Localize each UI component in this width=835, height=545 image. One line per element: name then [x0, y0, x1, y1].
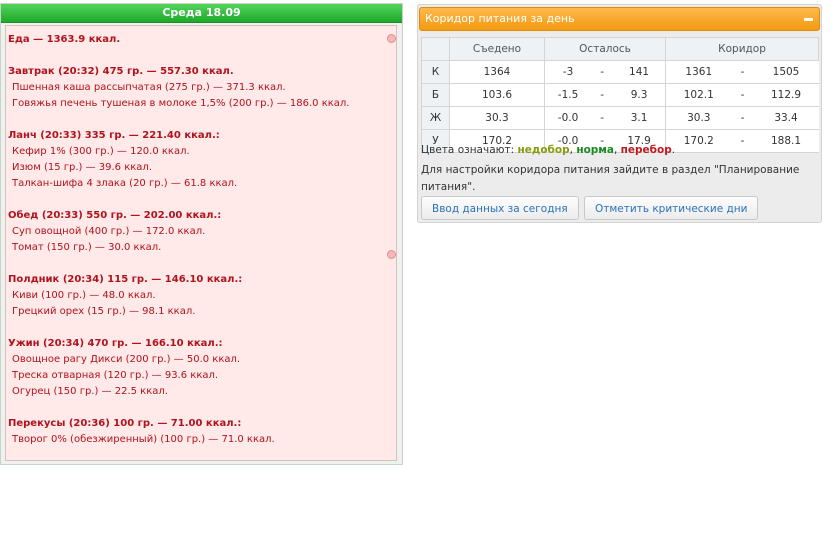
- row-label: К: [421, 60, 450, 84]
- range-dash: -: [731, 106, 754, 130]
- range-dash: -: [731, 129, 754, 153]
- legend-period: .: [671, 144, 676, 156]
- table-row-protein: Б 103.6 -1.5 - 9.3 102.1 - 112.9: [421, 83, 819, 107]
- meal-item: Суп овощной (400 гр.) — 172.0 ккал.: [12, 226, 206, 237]
- table-row-calories: К 1364 -3 - 141 1361 - 1505: [421, 60, 819, 84]
- meal-item: Огурец (150 гр.) — 22.5 ккал.: [12, 386, 168, 397]
- meal-title: Обед (20:33) 550 гр. — 202.00 ккал.:: [8, 210, 222, 221]
- range-dash: -: [731, 60, 754, 84]
- table-row-fat: Ж 30.3 -0.0 - 3.1 30.3 - 33.4: [421, 106, 819, 130]
- meal-item: Говяжья печень тушеная в молоке 1,5% (20…: [12, 98, 350, 109]
- meal-item: Овощное рагу Дикси (200 гр.) — 50.0 ккал…: [12, 354, 241, 365]
- range-dash: -: [591, 106, 614, 130]
- meal-title: Полдник (20:34) 115 гр. — 146.10 ккал.:: [8, 274, 243, 285]
- row-label: Б: [421, 83, 450, 107]
- corridor-title: Коридор питания за день: [425, 12, 575, 25]
- mark-critical-days-button[interactable]: Отметить критические дни: [584, 196, 759, 220]
- legend-over: перебор: [620, 144, 672, 156]
- corridor-min: 170.2: [665, 129, 732, 153]
- corridor-max: 112.9: [753, 83, 819, 107]
- column-header-remaining: Осталось: [543, 37, 667, 61]
- meal-item: Треска отварная (120 гр.) — 93.6 ккал.: [12, 370, 219, 381]
- total-calories: Еда — 1363.9 ккал.: [8, 34, 121, 45]
- range-dash: -: [591, 60, 614, 84]
- nutrition-corridor-panel: Коридор питания за день Съедено Осталось…: [417, 4, 822, 223]
- corridor-max: 188.1: [753, 129, 819, 153]
- eaten-value: 1364: [449, 60, 545, 84]
- meal-item: Изюм (15 гр.) — 39.6 ккал.: [12, 162, 153, 173]
- meal-snacks: Перекусы (20:36) 100 гр. — 71.00 ккал.: …: [8, 416, 394, 448]
- meal-title: Перекусы (20:36) 100 гр. — 71.00 ккал.:: [8, 418, 242, 429]
- collapse-icon[interactable]: [804, 18, 813, 21]
- settings-hint: Для настройки коридора питания зайдите в…: [421, 164, 800, 193]
- remaining-min: -0.0: [544, 106, 592, 130]
- diary-panel: Среда 18.09 Еда — 1363.9 ккал. Завтрак (…: [0, 3, 403, 465]
- legend-prefix: Цвета означают:: [421, 144, 515, 156]
- eaten-value: 103.6: [449, 83, 545, 107]
- meal-title: Ужин (20:34) 470 гр. — 166.10 ккал.:: [8, 338, 223, 349]
- range-dash: -: [731, 83, 754, 107]
- legend-comma: ,: [569, 144, 573, 156]
- meal-afternoon-snack: Полдник (20:34) 115 гр. — 146.10 ккал.: …: [8, 272, 394, 320]
- remaining-max: 141: [613, 60, 667, 84]
- meal-title: Ланч (20:33) 335 гр. — 221.40 ккал.:: [8, 130, 220, 141]
- meal-breakfast: Завтрак (20:32) 475 гр. — 557.30 ккал. П…: [8, 64, 394, 112]
- meal-item: Талкан-шифа 4 злака (20 гр.) — 61.8 ккал…: [12, 178, 238, 189]
- meal-dinner: Обед (20:33) 550 гр. — 202.00 ккал.: Суп…: [8, 208, 394, 256]
- corridor-min: 1361: [665, 60, 732, 84]
- legend-norm: норма: [576, 144, 614, 156]
- remaining-min: -3: [544, 60, 592, 84]
- meal-lunch: Ланч (20:33) 335 гр. — 221.40 ккал.: Кеф…: [8, 128, 394, 192]
- meal-supper: Ужин (20:34) 470 гр. — 166.10 ккал.: Ово…: [8, 336, 394, 400]
- enter-today-data-button[interactable]: Ввод данных за сегодня: [421, 196, 579, 220]
- remaining-max: 9.3: [613, 83, 667, 107]
- legend-comma: ,: [613, 144, 618, 156]
- corridor-min: 30.3: [665, 106, 732, 130]
- meal-title: Завтрак (20:32) 475 гр. — 557.30 ккал.: [8, 66, 234, 77]
- diary-body: Еда — 1363.9 ккал. Завтрак (20:32) 475 г…: [5, 25, 397, 461]
- corridor-max: 1505: [753, 60, 819, 84]
- remaining-min: -1.5: [544, 83, 592, 107]
- meal-item: Кефир 1% (300 гр.) — 120.0 ккал.: [12, 146, 190, 157]
- corridor-table: Съедено Осталось Коридор К 1364 -3 - 141…: [421, 37, 819, 153]
- corridor-header: Коридор питания за день: [419, 7, 820, 31]
- corridor-max: 33.4: [753, 106, 819, 130]
- table-header-row: Съедено Осталось Коридор: [421, 37, 819, 61]
- range-dash: -: [591, 83, 614, 107]
- meal-item: Творог 0% (обезжиренный) (100 гр.) — 71.…: [12, 434, 275, 445]
- corridor-min: 102.1: [665, 83, 732, 107]
- eaten-value: 30.3: [449, 106, 545, 130]
- diary-date-header: Среда 18.09: [1, 4, 402, 23]
- column-header: [421, 37, 450, 61]
- meal-item: Грецкий орех (15 гр.) — 98.1 ккал.: [12, 306, 196, 317]
- meal-item: Пшенная каша рассыпчатая (275 гр.) — 371…: [12, 82, 286, 93]
- color-legend: Цвета означают: недобор, норма, перебор.: [421, 144, 675, 156]
- column-header-corridor: Коридор: [665, 37, 819, 61]
- remaining-max: 3.1: [613, 106, 667, 130]
- meal-item: Киви (100 гр.) — 48.0 ккал.: [12, 290, 156, 301]
- meal-item: Томат (150 гр.) — 30.0 ккал.: [12, 242, 162, 253]
- row-label: Ж: [421, 106, 450, 130]
- column-header-eaten: Съедено: [449, 37, 545, 61]
- legend-under: недобор: [517, 144, 570, 156]
